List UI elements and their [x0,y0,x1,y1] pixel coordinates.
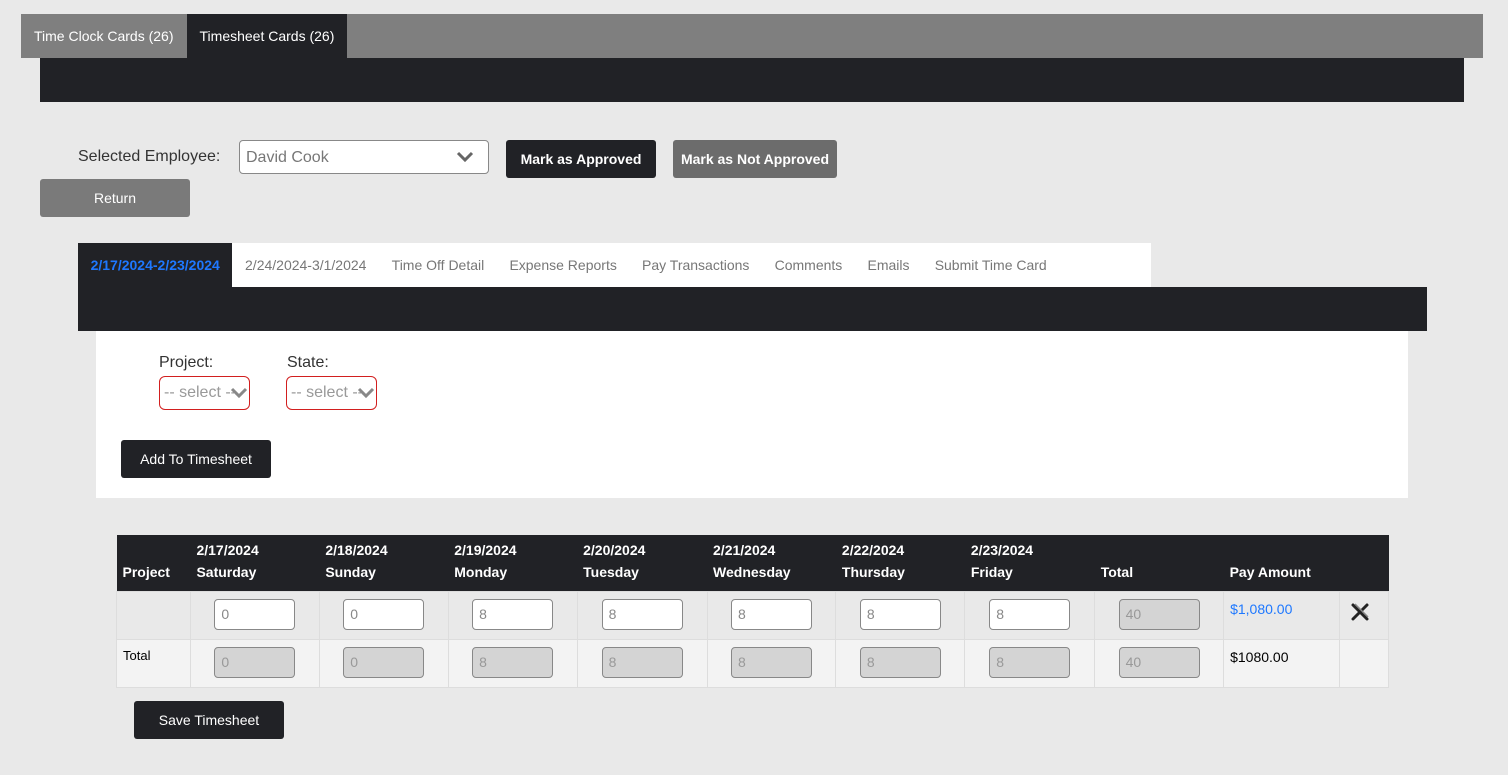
project-select[interactable]: -- select -- [159,376,250,410]
header-day: 2/23/2024 Friday [964,535,1095,591]
timesheet-table: Project 2/17/2024 Saturday 2/18/2024 Sunda… [116,535,1389,688]
header-actions [1339,535,1389,591]
table-row: 0 0 8 8 8 8 8 40 $1,080.00 [116,590,1389,640]
day-total-field: 8 [472,646,554,678]
header-label: Project [122,563,170,580]
tab-period-current[interactable]: 2/17/2024-2/23/2024 [78,243,233,287]
header-day: 2/20/2024 Tuesday [577,535,708,591]
day-total-field: 8 [601,646,683,678]
hours-input[interactable]: 8 [601,598,683,630]
header-date: 2/18/2024 [325,541,388,558]
day-total-field: 8 [989,646,1071,678]
header-day: 2/22/2024 Thursday [835,535,965,591]
chevron-down-icon [456,151,474,163]
save-timesheet-button[interactable]: Save Timesheet [134,701,284,739]
header-day: 2/21/2024 Wednesday [707,535,836,591]
hours-input[interactable]: 8 [989,598,1071,630]
day-total-field: 8 [730,646,812,678]
hours-input[interactable]: 0 [343,598,425,630]
header-day: 2/18/2024 Sunday [319,535,449,591]
employee-select[interactable]: David Cook [239,140,489,174]
header-label: Sunday [325,563,376,580]
project-select-value: -- select -- [164,384,234,401]
header-pay-amount: Pay Amount [1223,535,1340,591]
mark-approved-button[interactable]: Mark as Approved [506,140,656,178]
day-total-field: 0 [214,646,296,678]
header-day: 2/17/2024 Saturday [190,535,320,591]
header-project: Project [116,535,191,591]
header-label: Saturday [196,563,257,580]
header-label: Thursday [841,563,905,580]
delete-x-icon[interactable] [1350,602,1370,622]
state-select[interactable]: -- select -- [286,376,377,410]
tab-comments[interactable]: Comments [762,243,855,287]
period-tab-bar: 2/17/2024-2/23/2024 2/24/2024-3/1/2024 T… [78,243,1151,287]
tab-time-clock-cards[interactable]: Time Clock Cards (26) [21,14,187,58]
hours-input[interactable]: 8 [472,598,554,630]
employee-select-value: David Cook [246,149,329,166]
header-label: Friday [970,563,1013,580]
day-total-field: 0 [343,646,425,678]
header-label: Monday [454,563,508,580]
header-day: 2/19/2024 Monday [448,535,578,591]
header-date: 2/22/2024 [841,541,905,558]
state-label: State: [287,354,329,371]
row-total-field: 40 [1118,598,1200,630]
state-select-value: -- select -- [291,384,361,401]
project-label: Project: [159,354,214,371]
add-to-timesheet-button[interactable]: Add To Timesheet [121,440,271,478]
header-label: Total [1100,563,1134,580]
table-row-total: Total 0 0 8 8 8 8 8 40 $1080.00 [116,638,1389,688]
empty-cell [1339,638,1389,688]
table-header-row: Project 2/17/2024 Saturday 2/18/2024 Sunda… [116,535,1389,591]
mark-not-approved-button[interactable]: Mark as Not Approved [673,140,837,178]
delete-cell [1339,590,1389,640]
header-total: Total [1094,535,1224,591]
project-cell [116,590,191,640]
tab-submit-time-card[interactable]: Submit Time Card [922,243,1059,287]
hours-input[interactable]: 8 [859,598,941,630]
tab-timesheet-cards[interactable]: Timesheet Cards (26) [186,14,348,58]
top-tab-content-strip [40,58,1464,102]
tab-expense-reports[interactable]: Expense Reports [497,243,630,287]
hours-input[interactable]: 0 [214,598,296,630]
total-row-label: Total [123,647,151,663]
header-date: 2/19/2024 [454,541,517,558]
tab-time-off-detail[interactable]: Time Off Detail [379,243,497,287]
return-button[interactable]: Return [40,179,190,217]
selected-employee-label: Selected Employee: [78,148,221,165]
hours-input[interactable]: 8 [730,598,812,630]
grand-total-field: 40 [1118,646,1200,678]
header-date: 2/21/2024 [713,541,776,558]
header-date: 2/23/2024 [970,541,1034,558]
header-label: Tuesday [583,563,639,580]
day-total-field: 8 [859,646,941,678]
header-label: Pay Amount [1229,563,1311,580]
total-pay-amount: $1080.00 [1230,648,1289,665]
header-date: 2/17/2024 [196,541,259,558]
tab-emails[interactable]: Emails [855,243,922,287]
chevron-down-icon [357,387,375,399]
period-tab-content-strip [78,287,1427,331]
header-date: 2/20/2024 [583,541,646,558]
chevron-down-icon [230,387,248,399]
pay-amount-link[interactable]: $1,080.00 [1224,592,1339,617]
top-tab-bar: Time Clock Cards (26) Timesheet Cards (2… [21,14,1483,58]
header-label: Wednesday [713,563,791,580]
tab-pay-transactions[interactable]: Pay Transactions [629,243,762,287]
tab-period-next[interactable]: 2/24/2024-3/1/2024 [232,243,379,287]
